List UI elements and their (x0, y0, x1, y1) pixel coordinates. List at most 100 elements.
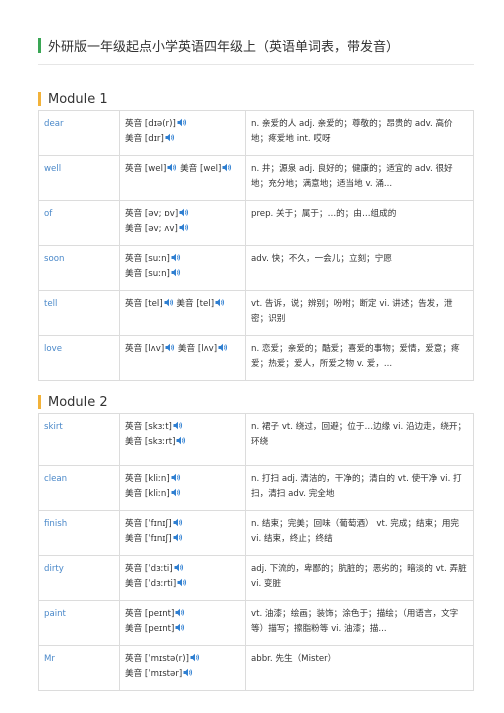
meaning-text: vt. 油漆；绘画；装饰；涂色于；描绘；（用语言，文字等）描写；擦脂粉等 vi.… (251, 609, 459, 634)
speaker-icon[interactable] (175, 623, 185, 632)
meaning-text: abbr. 先生（Mister） (251, 654, 337, 664)
pronunciation-line: 美音 [ˈfɪnɪʃ] (125, 532, 240, 547)
meaning-text: adv. 快；不久，一会儿；立刻；宁愿 (251, 254, 392, 264)
pronunciation-cell: 英音 [suːn] 美音 [suːn] (119, 245, 246, 291)
speaker-icon[interactable] (171, 473, 181, 482)
pronunciation-cell: 英音 [kliːn] 美音 [kliːn] (119, 465, 246, 511)
pronunciation-line: 美音 [əv; ʌv] (125, 222, 240, 237)
pronunciation-line: 英音 [əv; ɒv] (125, 207, 240, 222)
word-cell: dirty (38, 555, 120, 601)
word-cell: Mr (38, 645, 120, 691)
word-cell: skirt (38, 413, 120, 466)
speaker-icon[interactable] (190, 653, 200, 662)
speaker-icon[interactable] (167, 163, 177, 172)
pronunciation-cell: 英音 [ˈmɪstə(r)] 美音 [ˈmɪstər] (119, 645, 246, 691)
table-row: paint 英音 [peɪnt] 美音 [peɪnt] vt. 油漆；绘画；装饰；涂色… (38, 600, 474, 646)
pronunciation-line: 美音 [ˈmɪstər] (125, 667, 240, 682)
meaning-cell: n. 打扫 adj. 清洁的，干净的；清白的 vt. 使干净 vi. 打扫，清扫… (245, 465, 474, 511)
pronunciation-text: 英音 [kliːn] (125, 474, 170, 484)
speaker-icon[interactable] (171, 488, 181, 497)
table-row: Mr 英音 [ˈmɪstə(r)] 美音 [ˈmɪstər] abbr. 先生（Mis… (38, 645, 474, 691)
table-row: of 英音 [əv; ɒv] 美音 [əv; ʌv] prep. 关于；属于；…的；由… (38, 200, 474, 246)
meaning-cell: n. 裙子 vt. 绕过，回避；位于…边缘 vi. 沿边走，绕开；环绕 (245, 413, 474, 466)
section-heading: Module 2 (38, 393, 474, 411)
pronunciation-line: 英音 [tel] 美音 [tel] (125, 297, 240, 312)
speaker-icon[interactable] (177, 578, 187, 587)
pronunciation-line: 英音 [skɜːt] (125, 420, 240, 435)
meaning-cell: abbr. 先生（Mister） (245, 645, 474, 691)
speaker-icon[interactable] (215, 298, 225, 307)
table-row: dirty 英音 [ˈdɜːti] 美音 [ˈdɜːrti] adj. 下流的，卑鄙的… (38, 555, 474, 601)
pronunciation-text: 美音 [suːn] (125, 269, 170, 279)
pronunciation-text: 美音 [dɪr] (125, 134, 164, 144)
section-heading: Module 1 (38, 90, 474, 108)
pronunciation-cell: 英音 [lʌv] 美音 [lʌv] (119, 335, 246, 381)
pronunciation-text: 英音 [ˈdɜːti] (125, 564, 173, 574)
pronunciation-line: 美音 [kliːn] (125, 487, 240, 502)
speaker-icon[interactable] (171, 268, 181, 277)
meaning-cell: n. 亲爱的人 adj. 亲爱的；尊敬的；昂贵的 adv. 高价地；疼爱地 in… (245, 110, 474, 156)
pronunciation-line: 英音 [suːn] (125, 252, 240, 267)
speaker-icon[interactable] (164, 298, 174, 307)
pronunciation-text: 美音 [kliːn] (125, 489, 170, 499)
pronunciation-cell: 英音 [tel] 美音 [tel] (119, 290, 246, 336)
pronunciation-cell: 英音 [ˈfɪnɪʃ] 美音 [ˈfɪnɪʃ] (119, 510, 246, 556)
section-accent-bar (38, 92, 41, 106)
speaker-icon[interactable] (175, 608, 185, 617)
speaker-icon[interactable] (218, 343, 228, 352)
speaker-icon[interactable] (165, 343, 175, 352)
pronunciation-line: 英音 [wel] 美音 [wel] (125, 162, 240, 177)
pronunciation-text: 英音 [əv; ɒv] (125, 209, 179, 219)
pronunciation-line: 英音 [ˈmɪstə(r)] (125, 652, 240, 667)
word-cell: soon (38, 245, 120, 291)
meaning-cell: adj. 下流的，卑鄙的；肮脏的；恶劣的；暗淡的 vt. 弄脏 vi. 变脏 (245, 555, 474, 601)
speaker-icon[interactable] (174, 563, 184, 572)
speaker-icon[interactable] (179, 208, 189, 217)
pronunciation-text: 英音 [ˈmɪstə(r)] (125, 654, 189, 664)
speaker-icon[interactable] (171, 253, 181, 262)
pronunciation-text: 美音 [tel] (176, 299, 215, 309)
pronunciation-line: 美音 [suːn] (125, 267, 240, 282)
pronunciation-line: 美音 [ˈdɜːrti] (125, 577, 240, 592)
pronunciation-line: 英音 [kliːn] (125, 472, 240, 487)
pronunciation-cell: 英音 [ˈdɜːti] 美音 [ˈdɜːrti] (119, 555, 246, 601)
pronunciation-line: 美音 [skɜːrt] (125, 435, 240, 450)
speaker-icon[interactable] (179, 223, 189, 232)
meaning-cell: adv. 快；不久，一会儿；立刻；宁愿 (245, 245, 474, 291)
word-cell: of (38, 200, 120, 246)
word-table: skirt 英音 [skɜːt] 美音 [skɜːrt] n. 裙子 vt. 绕过，回… (38, 413, 474, 691)
speaker-icon[interactable] (173, 518, 183, 527)
speaker-icon[interactable] (173, 421, 183, 430)
section-title: Module 1 (48, 91, 108, 107)
word-cell: love (38, 335, 120, 381)
pronunciation-line: 美音 [dɪr] (125, 132, 240, 147)
pronunciation-text: 英音 [lʌv] (125, 344, 165, 354)
pronunciation-text: 英音 [suːn] (125, 254, 170, 264)
speaker-icon[interactable] (177, 118, 187, 127)
meaning-text: n. 裙子 vt. 绕过，回避；位于…边缘 vi. 沿边走，绕开；环绕 (251, 422, 467, 447)
pronunciation-line: 英音 [ˈdɜːti] (125, 562, 240, 577)
section-module-1: Module 1 dear 英音 [dɪə(r)] 美音 [dɪr] n. 亲爱的人 a… (38, 90, 474, 381)
word-cell: tell (38, 290, 120, 336)
table-row: well 英音 [wel] 美音 [wel] n. 井；源泉 adj. 良好的；健康… (38, 155, 474, 201)
word-cell: dear (38, 110, 120, 156)
meaning-text: vt. 告诉，说；辨别；吩咐；断定 vi. 讲述；告发，泄密；识别 (251, 299, 453, 324)
speaker-icon[interactable] (183, 668, 193, 677)
word-cell: finish (38, 510, 120, 556)
meaning-cell: n. 恋爱；亲爱的；酷爱；喜爱的事物；爱情，爱意；疼爱；热爱；爱人，所爱之物 v… (245, 335, 474, 381)
speaker-icon[interactable] (173, 533, 183, 542)
pronunciation-cell: 英音 [dɪə(r)] 美音 [dɪr] (119, 110, 246, 156)
word-table: dear 英音 [dɪə(r)] 美音 [dɪr] n. 亲爱的人 adj. 亲爱的；… (38, 110, 474, 381)
speaker-icon[interactable] (165, 133, 175, 142)
speaker-icon[interactable] (176, 436, 186, 445)
pronunciation-text: 英音 [peɪnt] (125, 609, 175, 619)
pronunciation-cell: 英音 [peɪnt] 美音 [peɪnt] (119, 600, 246, 646)
pronunciation-text: 美音 [əv; ʌv] (125, 224, 178, 234)
speaker-icon[interactable] (222, 163, 232, 172)
pronunciation-text: 美音 [lʌv] (177, 344, 218, 354)
meaning-cell: n. 结束；完美；回味（葡萄酒） vt. 完成；结束；用完 vi. 结束，终止；… (245, 510, 474, 556)
page-title-text: 外研版一年级起点小学英语四年级上（英语单词表，带发音） (48, 40, 400, 55)
table-row: tell 英音 [tel] 美音 [tel] vt. 告诉，说；辨别；吩咐；断定 v… (38, 290, 474, 336)
meaning-cell: vt. 油漆；绘画；装饰；涂色于；描绘；（用语言，文字等）描写；擦脂粉等 vi.… (245, 600, 474, 646)
table-row: skirt 英音 [skɜːt] 美音 [skɜːrt] n. 裙子 vt. 绕过，回… (38, 413, 474, 466)
